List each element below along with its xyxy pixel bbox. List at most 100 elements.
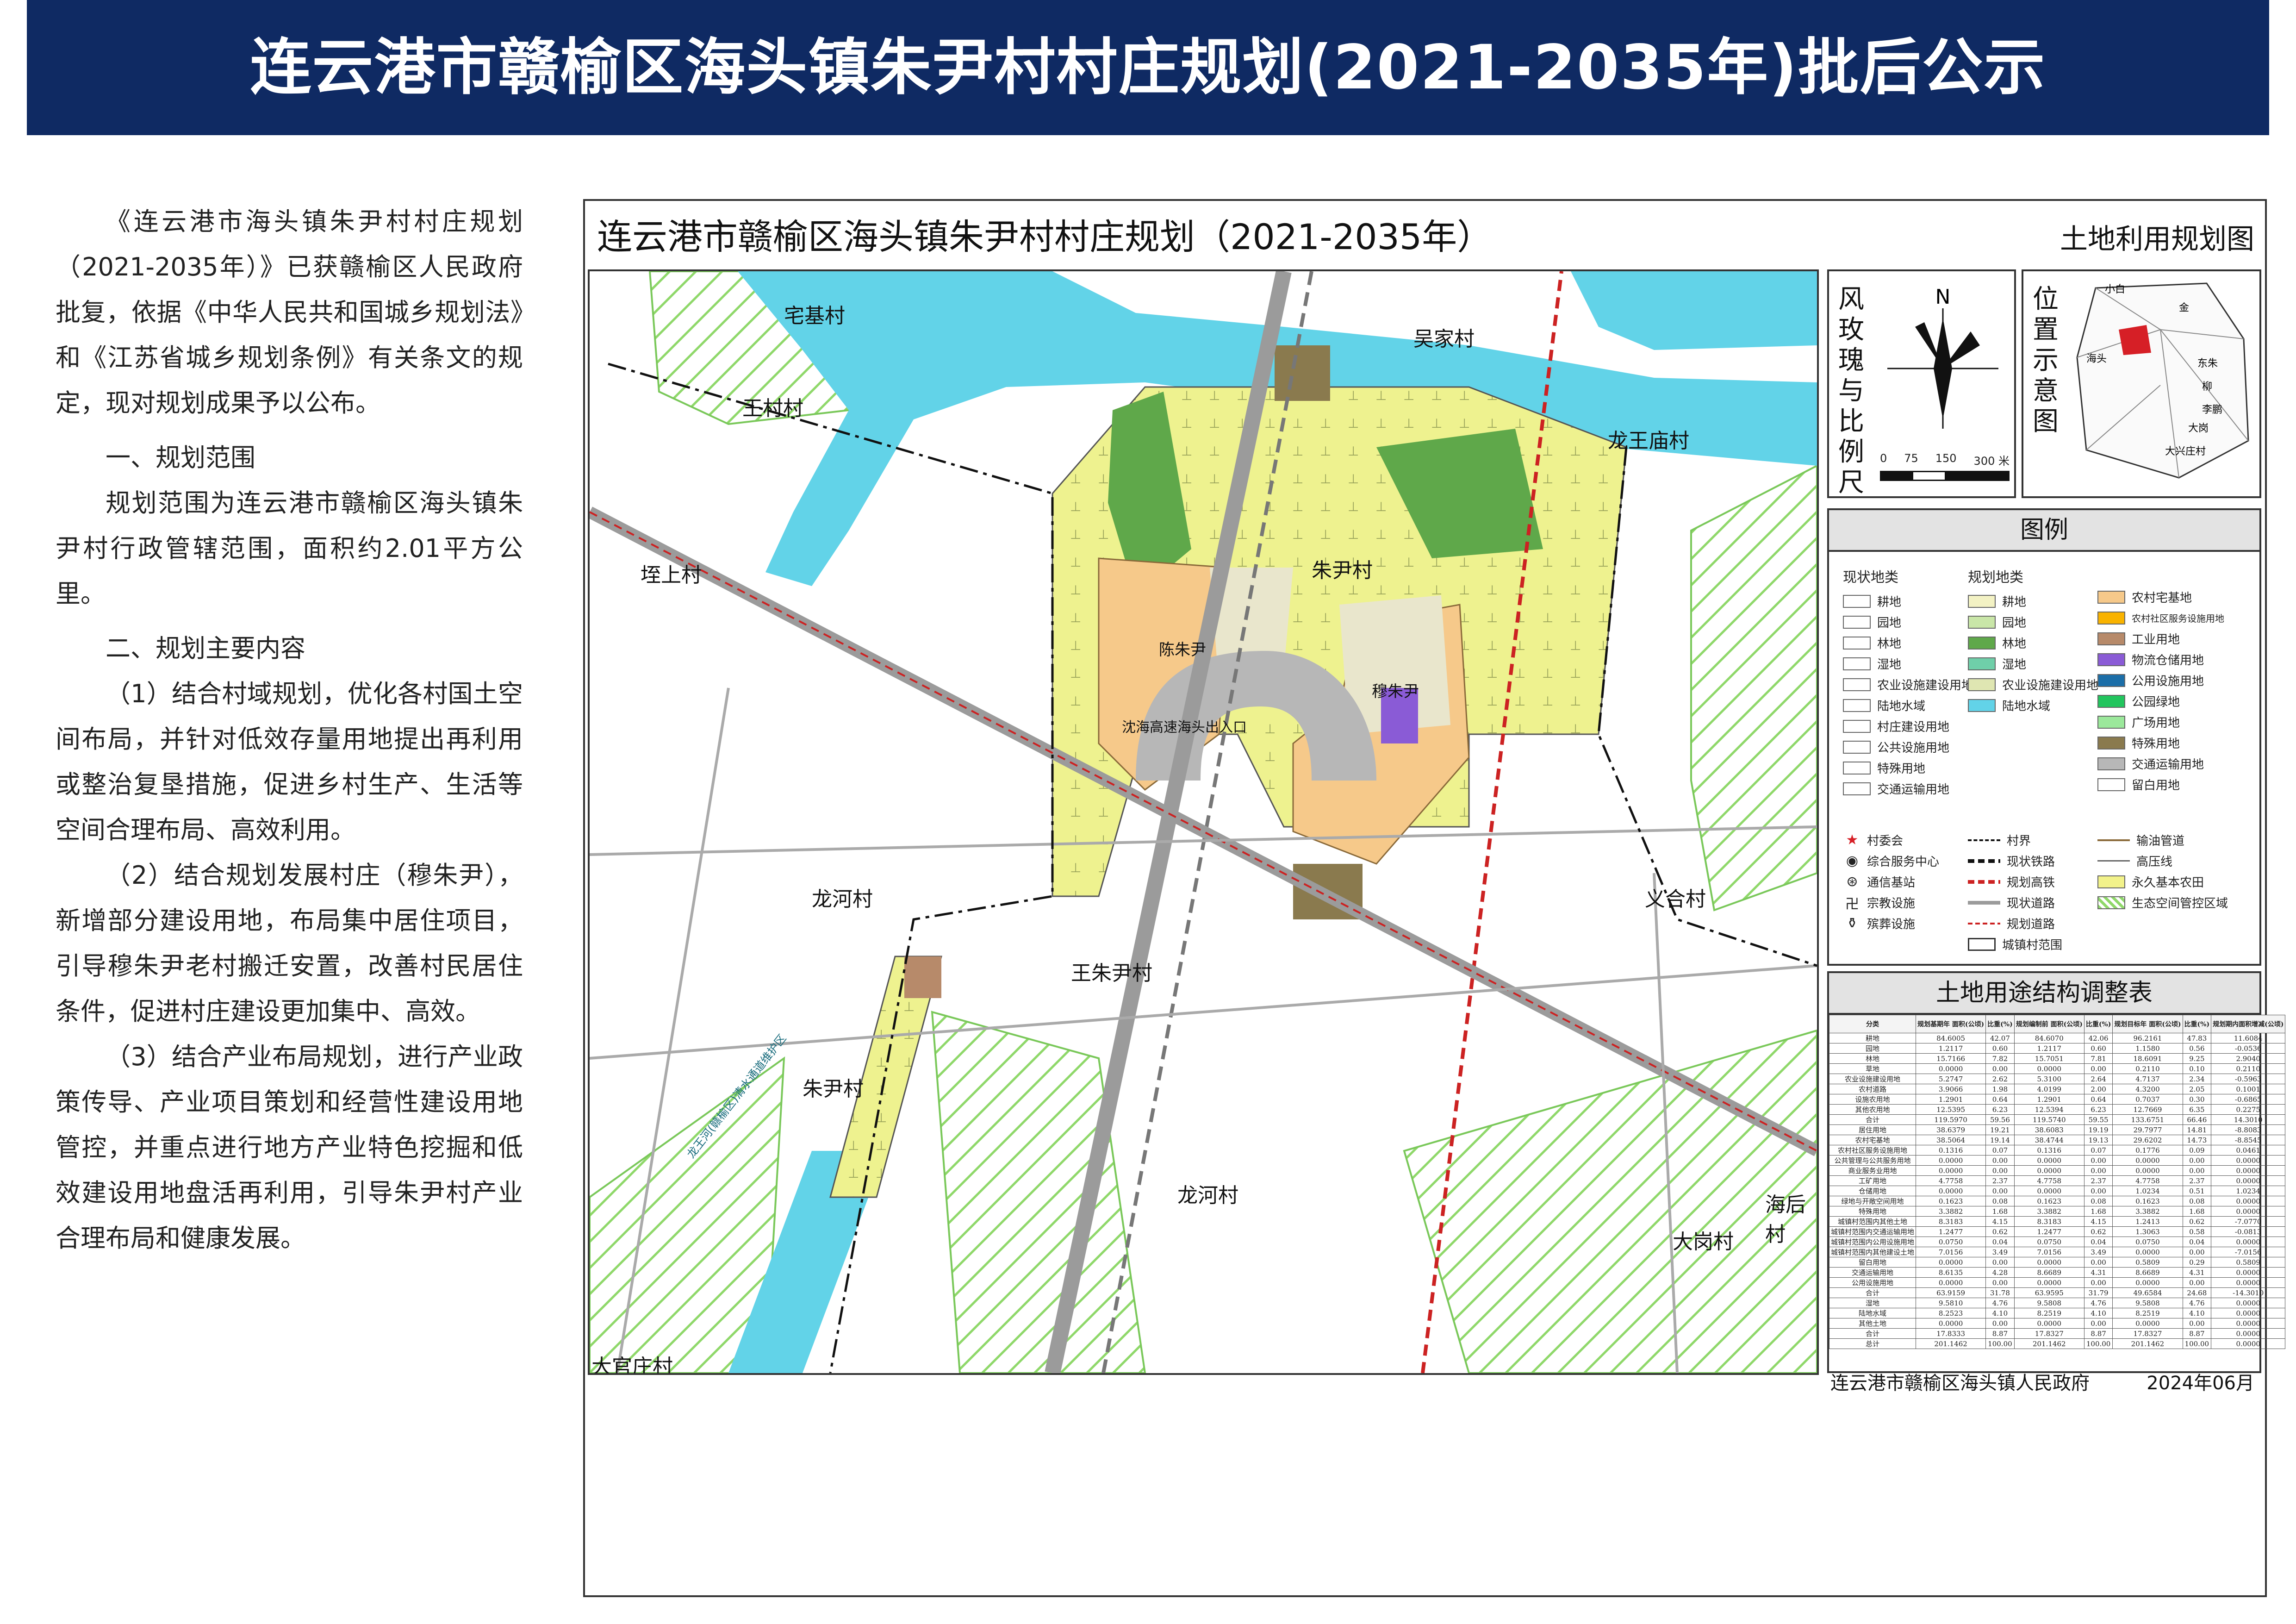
table-cell: 合计: [1829, 1114, 1916, 1125]
legend-planned-column-b: 农村宅基地 农村社区服务设施用地 工业用地 物流仓储用地 公用设施用地 公园绿地…: [2097, 566, 2224, 795]
place-label: 陈朱尹: [1159, 641, 1206, 659]
oil-pipeline-line: [2097, 839, 2130, 841]
table-cell: 8.6135: [1916, 1267, 1986, 1278]
table-cell: 0.29: [2182, 1257, 2212, 1268]
legend-current-header: 现状地类: [1843, 569, 1898, 586]
table-cell: 38.6379: [1916, 1124, 1986, 1135]
table-cell: 0.0000: [2112, 1277, 2183, 1288]
swatch: [2097, 736, 2125, 750]
table-cell: 0.00: [1985, 1318, 2015, 1329]
water-protect-label: 龙王河(赣榆区)清水通道维护区: [684, 1032, 789, 1161]
table-row: 湿地 9.5810 4.76 9.5808 4.76 9.5808 4.76 0.0000: [1829, 1298, 2286, 1308]
legend-item: 园地: [1968, 612, 2098, 632]
swatch: [2097, 590, 2125, 604]
table-cell: 0.0000: [2014, 1186, 2084, 1196]
table-cell: 0.0000: [2112, 1155, 2183, 1166]
table-header: 比重(%): [2182, 1015, 2212, 1033]
legend-item: 公用设施用地: [2097, 670, 2224, 691]
table-cell: 0.0000: [2112, 1165, 2183, 1176]
legend-body: 现状地类 耕地 园地 林地 湿地 农业设施建设用地 陆地水域 村庄建设用地 公共…: [1829, 552, 2259, 974]
section1-title: 一、规划范围: [106, 443, 255, 472]
village-committee-icon: ★: [1846, 832, 1859, 848]
table-cell: 2.05: [2182, 1084, 2212, 1094]
place-label: 朱尹村: [1312, 559, 1373, 582]
table-cell: -7.0770: [2211, 1216, 2286, 1227]
table-cell: 84.6005: [1916, 1033, 1986, 1043]
table-cell: 城镇村范围内其他建设土地: [1829, 1247, 1916, 1257]
legend-item: 耕地: [1843, 591, 1973, 612]
legend-item: 园地: [1843, 612, 1973, 632]
table-header: 规划目标年 面积(公顷): [2112, 1015, 2183, 1033]
table-cell: 18.6091: [2112, 1053, 2183, 1064]
table-cell: 农村道路: [1829, 1084, 1916, 1094]
table-cell: 0.00: [2084, 1277, 2113, 1288]
table-row: 特殊用地 3.3882 1.68 3.3882 1.68 3.3882 1.68 0.0000: [1829, 1206, 2286, 1217]
table-cell: 0.0000: [2211, 1196, 2286, 1206]
table-cell: 0.0000: [2211, 1328, 2286, 1339]
table-row: 耕地 84.6005 42.07 84.6070 42.06 96.2161 47.83 11…: [1829, 1033, 2286, 1043]
table-cell: 0.00: [1985, 1277, 2015, 1288]
table-cell: 42.07: [1985, 1033, 2015, 1043]
table-row: 工矿用地 4.7758 2.37 4.7758 2.37 4.7758 2.37 0.0000: [1829, 1175, 2286, 1186]
legend-item: 农业设施建设用地: [1968, 674, 2098, 695]
table-cell: 0.0000: [2211, 1206, 2286, 1217]
table-cell: 0.0750: [2014, 1237, 2084, 1247]
legend-item: 公共设施用地: [1843, 737, 1973, 757]
table-cell: 0.0000: [1916, 1063, 1986, 1074]
table-cell: 0.07: [2084, 1145, 2113, 1156]
banner-title: 连云港市赣榆区海头镇朱尹村村庄规划(2021-2035年)批后公示: [250, 32, 2046, 103]
table-cell: 8.3183: [2014, 1216, 2084, 1227]
land-use-map[interactable]: ⊥: [588, 269, 1819, 1375]
table-cell: 0.00: [2182, 1165, 2212, 1176]
table-cell: 2.62: [1985, 1074, 2015, 1084]
table-cell: -14.3010: [2211, 1287, 2286, 1298]
table-cell: 17.8327: [2014, 1328, 2084, 1339]
swatch: [2097, 632, 2125, 645]
section2-item3: （3）结合产业布局规划，进行产业政策传导、产业项目策划和经营性建设用地管控，并重…: [56, 1042, 523, 1253]
table-row: 总计 201.1462 100.00 201.1462 100.00 201.1462 10…: [1829, 1338, 2286, 1349]
table-cell: 3.3882: [2112, 1206, 2183, 1217]
footer-date: 2024年06月: [2147, 1373, 2254, 1394]
swatch: [1843, 719, 1871, 733]
table-cell: 0.0000: [2014, 1257, 2084, 1268]
table-cell: 合计: [1829, 1328, 1916, 1339]
table-cell: 0.04: [1985, 1237, 2015, 1247]
table-cell: 0.62: [2084, 1226, 2113, 1237]
table-cell: 4.76: [2182, 1298, 2212, 1308]
legend-planned-column-a: 规划地类 耕地 园地 林地 湿地 农业设施建设用地 陆地水域: [1968, 566, 2098, 716]
table-cell: 0.5809: [2112, 1257, 2183, 1268]
place-label: 龙王庙村: [1608, 429, 1689, 453]
table-cell: 2.37: [1985, 1175, 2015, 1186]
table-cell: 3.3882: [1916, 1206, 1986, 1217]
table-cell: 0.0000: [2014, 1155, 2084, 1166]
table-row: 农村道路 3.9066 1.98 4.0199 2.00 4.3200 2.05 0.1001: [1829, 1084, 2286, 1094]
table-cell: 38.6083: [2014, 1124, 2084, 1135]
table-cell: 100.00: [2084, 1338, 2113, 1349]
table-cell: 0.00: [2084, 1257, 2113, 1268]
table-cell: 38.4744: [2014, 1135, 2084, 1145]
table-cell: 城镇村范围内交通运输用地: [1829, 1226, 1916, 1237]
table-header: 规划基期年 面积(公顷): [1916, 1015, 1986, 1033]
boundary-swatch: [1968, 937, 1996, 951]
table-cell: 6.23: [1985, 1104, 2015, 1115]
table-cell: 0.0000: [2211, 1175, 2286, 1186]
table-cell: 城镇村范围内其他土地: [1829, 1216, 1916, 1227]
map-place-labels: 宅基村 王村村 吴家村 龙王庙村 垤上村 朱尹村 陈朱尹 穆朱尹 龙河村 义合村…: [590, 271, 1817, 1373]
table-cell: -0.6865: [2211, 1094, 2286, 1105]
table-cell: 0.1776: [2112, 1145, 2183, 1156]
table-cell: 1.0234: [2112, 1186, 2183, 1196]
table-cell: 仓储用地: [1829, 1186, 1916, 1196]
legend-item: 陆地水域: [1843, 695, 1973, 716]
table-cell: 24.68: [2182, 1287, 2212, 1298]
table-cell: 1.2117: [1916, 1043, 1986, 1054]
table-cell: 0.04: [2182, 1237, 2212, 1247]
table-cell: 2.64: [2084, 1074, 2113, 1084]
swatch: [2097, 694, 2125, 708]
eco-zone-swatch: [2097, 896, 2125, 909]
table-cell: 201.1462: [2112, 1338, 2183, 1349]
scale-tick: 300 米: [1973, 455, 2010, 468]
swatch: [1843, 657, 1871, 670]
legend-symbols: ★ 村委会 ◉ 综合服务中心 ⊛ 通信基站 卍宗教设施 ⚱ 殡葬设施: [1843, 830, 1939, 934]
high-voltage-line: [2097, 860, 2130, 862]
table-cell: 11.6084: [2211, 1033, 2286, 1043]
